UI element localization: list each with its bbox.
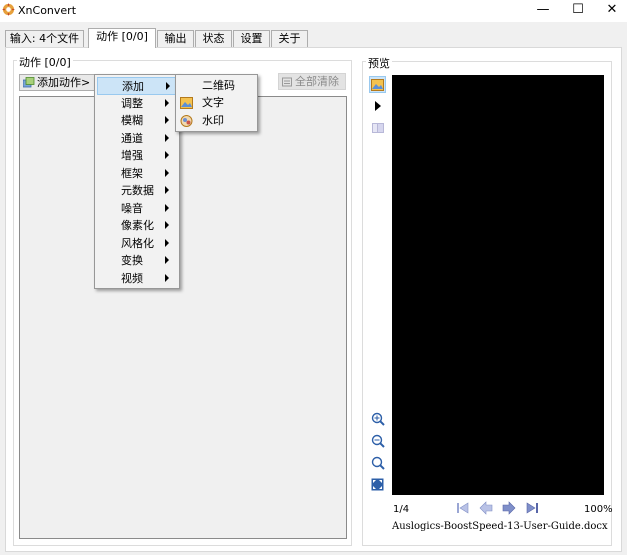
page-counter: 1/4 bbox=[393, 504, 410, 515]
tab-about[interactable]: 关于 bbox=[271, 30, 308, 47]
zoom-in-icon bbox=[371, 412, 385, 426]
close-button[interactable]: ✕ bbox=[597, 0, 627, 20]
clear-all-button[interactable]: 全部清除 bbox=[278, 73, 346, 90]
maximize-button[interactable]: ☐ bbox=[563, 0, 593, 20]
menu-item-enhance[interactable]: 增强 bbox=[97, 147, 177, 165]
preview-image-tool[interactable] bbox=[369, 76, 386, 93]
add-submenu: 二维码 文字 水印 bbox=[175, 74, 258, 132]
submenu-arrow-icon bbox=[165, 116, 169, 124]
tab-actions[interactable]: 动作 [0/0] bbox=[88, 28, 156, 48]
submenu-arrow-icon bbox=[165, 221, 169, 229]
previous-page-icon[interactable] bbox=[478, 501, 494, 515]
window-title: XnConvert bbox=[18, 4, 77, 17]
menu-item-channel[interactable]: 通道 bbox=[97, 130, 177, 148]
fit-screen-icon bbox=[371, 478, 384, 491]
actions-group-title: 动作 [0/0] bbox=[17, 54, 73, 70]
submenu-item-text[interactable]: 文字 bbox=[178, 94, 255, 112]
menu-item-metadata[interactable]: 元数据 bbox=[97, 182, 177, 200]
menu-item-add[interactable]: 添加 bbox=[97, 77, 177, 95]
submenu-item-qrcode[interactable]: 二维码 bbox=[178, 77, 255, 95]
preview-filename: Auslogics-BoostSpeed-13-User-Guide.docx bbox=[392, 521, 608, 532]
zoom-in-button[interactable] bbox=[369, 412, 386, 429]
submenu-arrow-icon bbox=[165, 134, 169, 142]
menu-item-frame[interactable]: 框架 bbox=[97, 165, 177, 183]
menu-item-blur[interactable]: 模糊 bbox=[97, 112, 177, 130]
clear-all-icon bbox=[282, 77, 292, 87]
preview-play-tool[interactable] bbox=[369, 97, 386, 114]
menu-item-noise[interactable]: 噪音 bbox=[97, 200, 177, 218]
zoom-actual-button[interactable] bbox=[369, 456, 386, 473]
watermark-icon bbox=[180, 115, 193, 127]
xnconvert-gear-icon bbox=[2, 3, 15, 16]
menu-item-transform[interactable]: 变换 bbox=[97, 252, 177, 270]
title-bar: XnConvert — ☐ ✕ bbox=[0, 0, 627, 22]
preview-canvas[interactable] bbox=[392, 75, 604, 495]
play-icon bbox=[374, 101, 381, 111]
image-icon bbox=[371, 79, 384, 91]
menu-item-video[interactable]: 视频 bbox=[97, 270, 177, 288]
tab-output[interactable]: 输出 bbox=[157, 30, 194, 47]
menu-item-stylize[interactable]: 风格化 bbox=[97, 235, 177, 253]
minimize-button[interactable]: — bbox=[528, 0, 558, 20]
add-action-label: 添加动作> bbox=[37, 76, 91, 89]
clear-all-label: 全部清除 bbox=[295, 75, 339, 88]
text-image-icon bbox=[180, 97, 193, 109]
preview-compare-tool[interactable] bbox=[369, 120, 386, 137]
tab-settings[interactable]: 设置 bbox=[233, 30, 270, 47]
compare-icon bbox=[371, 123, 384, 133]
submenu-arrow-icon bbox=[165, 99, 169, 107]
next-page-icon[interactable] bbox=[501, 501, 517, 515]
menu-item-pixelate[interactable]: 像素化 bbox=[97, 217, 177, 235]
submenu-arrow-icon bbox=[165, 256, 169, 264]
menu-item-adjust[interactable]: 调整 bbox=[97, 95, 177, 113]
fit-screen-button[interactable] bbox=[369, 478, 386, 495]
submenu-arrow-icon bbox=[166, 82, 170, 90]
zoom-out-button[interactable] bbox=[369, 434, 386, 451]
first-page-icon[interactable] bbox=[455, 501, 471, 515]
add-action-icon bbox=[23, 77, 35, 88]
preview-group-title: 预览 bbox=[366, 55, 392, 71]
add-action-button[interactable]: 添加动作> bbox=[19, 74, 95, 91]
submenu-arrow-icon bbox=[165, 274, 169, 282]
submenu-arrow-icon bbox=[165, 204, 169, 212]
add-action-menu: 添加 调整 模糊 通道 增强 框架 元数据 噪音 像素化 风格化 变换 视频 bbox=[94, 74, 180, 289]
zoom-out-icon bbox=[371, 434, 385, 448]
submenu-arrow-icon bbox=[165, 186, 169, 194]
tab-status[interactable]: 状态 bbox=[195, 30, 232, 47]
submenu-arrow-icon bbox=[165, 239, 169, 247]
zoom-level: 100% bbox=[584, 504, 613, 515]
submenu-arrow-icon bbox=[165, 151, 169, 159]
submenu-item-watermark[interactable]: 水印 bbox=[178, 112, 255, 130]
magnifier-icon bbox=[371, 456, 385, 470]
action-list[interactable] bbox=[19, 96, 347, 539]
submenu-arrow-icon bbox=[165, 169, 169, 177]
last-page-icon[interactable] bbox=[524, 501, 540, 515]
tab-input[interactable]: 输入: 4个文件 bbox=[5, 30, 84, 47]
